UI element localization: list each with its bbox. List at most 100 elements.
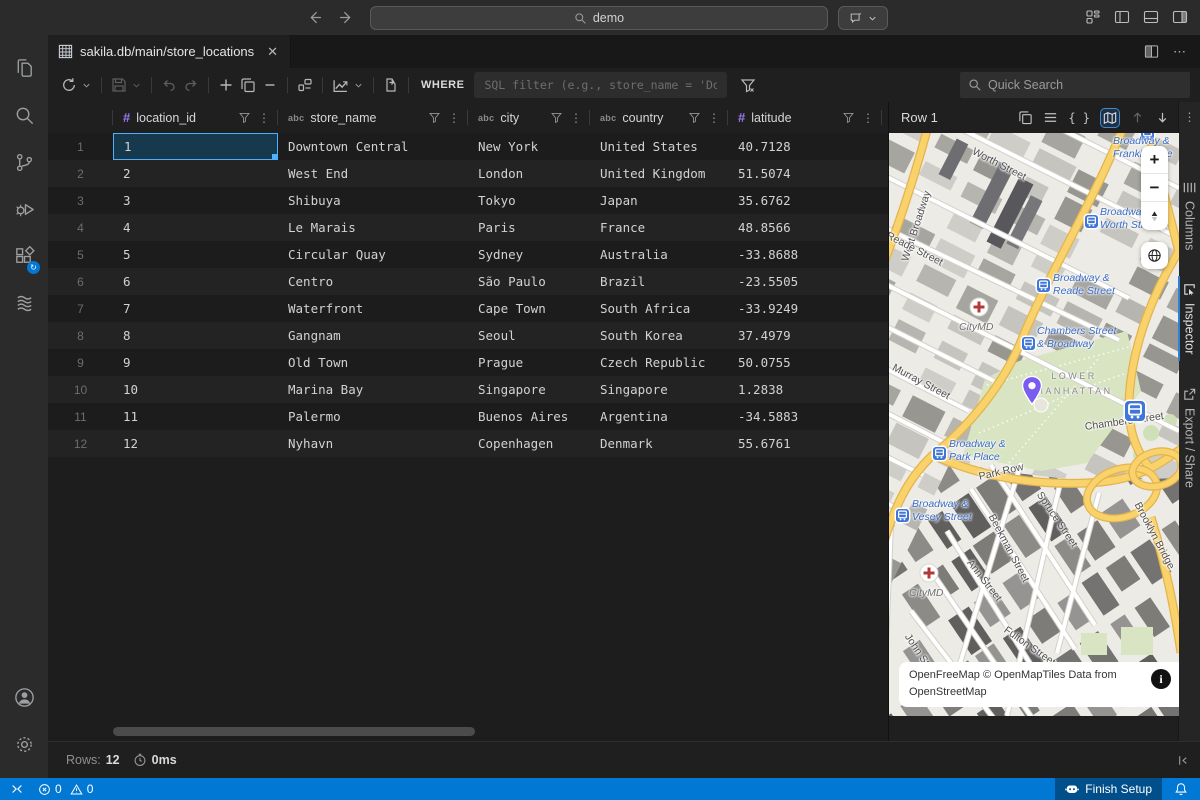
cell-country[interactable]: South Korea xyxy=(590,322,728,349)
row-number[interactable]: 7 xyxy=(48,295,113,322)
cell-latitude[interactable]: 40.7128 xyxy=(728,133,882,160)
cell-location_id[interactable]: 6 xyxy=(113,268,278,295)
quick-search-input[interactable] xyxy=(988,78,1182,92)
cell-location_id[interactable]: 7 xyxy=(113,295,278,322)
undo-icon[interactable] xyxy=(158,74,180,96)
column-header-latitude[interactable]: # latitude ⋮ xyxy=(728,102,882,133)
cell-city[interactable]: São Paulo xyxy=(468,268,590,295)
explorer-icon[interactable] xyxy=(0,45,48,92)
filter-funnel-icon[interactable] xyxy=(688,111,701,124)
cell-store_name[interactable]: Gangnam xyxy=(278,322,468,349)
cell-location_id[interactable]: 10 xyxy=(113,376,278,403)
cell-latitude[interactable]: -34.5883 xyxy=(728,403,882,430)
filter-funnel-icon[interactable] xyxy=(842,111,855,124)
duplicate-row-button[interactable] xyxy=(237,74,259,96)
map-view-icon[interactable] xyxy=(1100,107,1120,128)
back-arrow-icon[interactable] xyxy=(306,9,323,26)
save-dropdown-icon[interactable] xyxy=(128,77,145,94)
redo-icon[interactable] xyxy=(180,74,202,96)
command-center-search[interactable]: demo xyxy=(370,6,828,30)
next-row-icon[interactable] xyxy=(1155,110,1170,125)
column-header-store_name[interactable]: abc store_name ⋮ xyxy=(278,102,468,133)
cell-country[interactable]: Australia xyxy=(590,241,728,268)
row-number[interactable]: 10 xyxy=(48,376,113,403)
cell-latitude[interactable]: 35.6762 xyxy=(728,187,882,214)
tab-store-locations[interactable]: sakila.db/main/store_locations ✕ xyxy=(48,35,291,68)
column-header-city[interactable]: abc city ⋮ xyxy=(468,102,590,133)
side-tab-export-share[interactable]: Export / Share xyxy=(1182,387,1197,488)
column-menu-icon[interactable]: ⋮ xyxy=(570,111,582,125)
cell-latitude[interactable]: -33.8688 xyxy=(728,241,882,268)
cell-location_id[interactable]: 2 xyxy=(113,160,278,187)
customize-layout-icon[interactable] xyxy=(1085,9,1101,25)
sql-filter-input[interactable] xyxy=(474,72,728,98)
save-button[interactable] xyxy=(108,74,130,96)
column-menu-icon[interactable]: ⋮ xyxy=(448,111,460,125)
cell-country[interactable]: France xyxy=(590,214,728,241)
row-number[interactable]: 8 xyxy=(48,322,113,349)
cell-city[interactable]: Cape Town xyxy=(468,295,590,322)
attribution-line1[interactable]: OpenFreeMap © OpenMapTiles Data from xyxy=(909,669,1117,681)
delete-row-button[interactable] xyxy=(259,74,281,96)
cell-country[interactable]: South Africa xyxy=(590,295,728,322)
cell-city[interactable]: Prague xyxy=(468,349,590,376)
compass-tilt-button[interactable] xyxy=(1141,202,1168,230)
copy-row-icon[interactable] xyxy=(1018,110,1033,125)
account-icon[interactable] xyxy=(0,674,48,721)
row-number[interactable]: 11 xyxy=(48,403,113,430)
panel-more-actions-icon[interactable]: ⋮ xyxy=(1184,110,1196,124)
chart-button[interactable] xyxy=(329,74,352,97)
column-header-country[interactable]: abc country ⋮ xyxy=(590,102,728,133)
collapse-panel-icon[interactable] xyxy=(1175,753,1190,768)
row-number[interactable]: 12 xyxy=(48,430,113,457)
refresh-dropdown-icon[interactable] xyxy=(78,77,95,94)
cell-location_id[interactable]: 4 xyxy=(113,214,278,241)
side-tab-columns[interactable]: Columns xyxy=(1182,180,1197,250)
cell-latitude[interactable]: 51.5074 xyxy=(728,160,882,187)
settings-gear-icon[interactable] xyxy=(0,721,48,768)
filter-funnel-icon[interactable] xyxy=(238,111,251,124)
cell-latitude[interactable]: 37.4979 xyxy=(728,322,882,349)
attribution-line2[interactable]: OpenStreetMap xyxy=(909,686,987,698)
column-menu-icon[interactable]: ⋮ xyxy=(258,111,270,125)
refresh-button[interactable] xyxy=(58,74,80,96)
cell-store_name[interactable]: Palermo xyxy=(278,403,468,430)
cell-country[interactable]: Singapore xyxy=(590,376,728,403)
cell-store_name[interactable]: Downtown Central xyxy=(278,133,468,160)
remote-indicator[interactable] xyxy=(0,778,32,800)
globe-projection-button[interactable] xyxy=(1141,242,1168,269)
cell-country[interactable]: Argentina xyxy=(590,403,728,430)
cell-city[interactable]: Singapore xyxy=(468,376,590,403)
cell-location_id[interactable]: 8 xyxy=(113,322,278,349)
toggle-secondary-sidebar-icon[interactable] xyxy=(1172,9,1188,25)
cell-location_id[interactable]: 11 xyxy=(113,403,278,430)
cell-latitude[interactable]: 48.8566 xyxy=(728,214,882,241)
cell-city[interactable]: Tokyo xyxy=(468,187,590,214)
cell-city[interactable]: Copenhagen xyxy=(468,430,590,457)
copilot-chat-button[interactable] xyxy=(838,6,888,30)
zoom-in-button[interactable]: + xyxy=(1141,146,1168,174)
map-view[interactable]: LOWER MANHATTAN West Broadway Worth Street… xyxy=(889,133,1179,716)
filter-funnel-icon[interactable] xyxy=(428,111,441,124)
notifications-bell-icon[interactable] xyxy=(1162,782,1200,796)
run-debug-icon[interactable] xyxy=(0,186,48,233)
cell-latitude[interactable]: 55.6761 xyxy=(728,430,882,457)
chart-dropdown-icon[interactable] xyxy=(350,77,367,94)
cell-location_id[interactable]: 5 xyxy=(113,241,278,268)
cell-country[interactable]: United Kingdom xyxy=(590,160,728,187)
cell-store_name[interactable]: Centro xyxy=(278,268,468,295)
toggle-panel-icon[interactable] xyxy=(1143,9,1159,25)
toggle-sidebar-icon[interactable] xyxy=(1114,9,1130,25)
cell-store_name[interactable]: Circular Quay xyxy=(278,241,468,268)
list-view-icon[interactable] xyxy=(1043,110,1058,125)
reorder-columns-icon[interactable] xyxy=(294,74,316,96)
cell-store_name[interactable]: Le Marais xyxy=(278,214,468,241)
source-control-icon[interactable] xyxy=(0,139,48,186)
row-number[interactable]: 3 xyxy=(48,187,113,214)
cell-latitude[interactable]: 1.2838 xyxy=(728,376,882,403)
cell-city[interactable]: Paris xyxy=(468,214,590,241)
column-header-location_id[interactable]: # location_id ⋮ xyxy=(113,102,278,133)
cell-country[interactable]: Czech Republic xyxy=(590,349,728,376)
row-number[interactable]: 6 xyxy=(48,268,113,295)
info-icon[interactable]: i xyxy=(1151,668,1171,689)
